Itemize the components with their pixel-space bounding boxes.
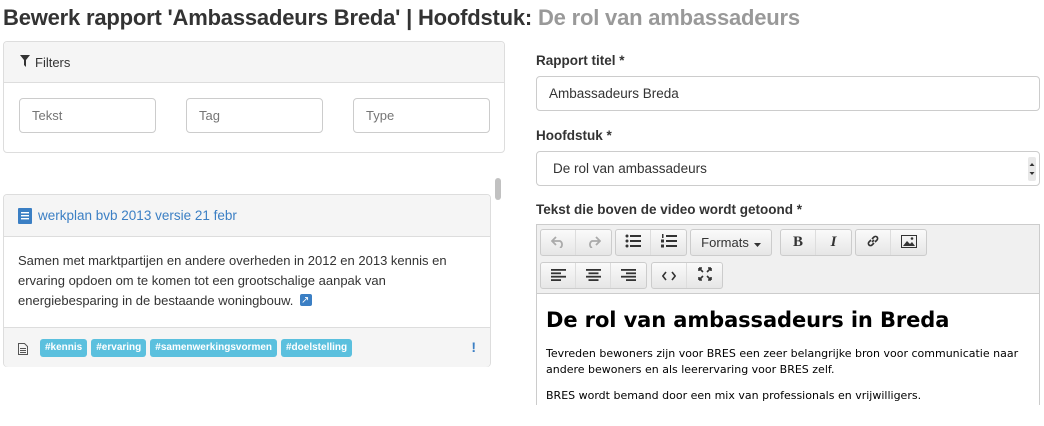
align-left-button[interactable] <box>541 263 576 288</box>
editor-content[interactable]: De rol van ambassadeurs in Breda Tevrede… <box>537 294 1039 426</box>
italic-button[interactable]: I <box>816 230 851 255</box>
tag-badge[interactable]: #kennis <box>40 338 88 357</box>
formats-dropdown[interactable]: Formats <box>691 230 771 255</box>
rich-text-editor: Formats B I De rol van ambassadeurs in B… <box>536 224 1040 405</box>
bullet-list-button[interactable] <box>616 230 651 255</box>
tag-filter-input[interactable] <box>186 98 323 133</box>
link-button[interactable] <box>856 230 891 255</box>
insert-group <box>855 229 927 256</box>
report-title-label: Rapport titel * <box>536 53 625 68</box>
content-heading: De rol van ambassadeurs in Breda <box>546 308 950 332</box>
code-icon <box>661 268 677 284</box>
link-icon <box>866 234 880 251</box>
caret-down-icon <box>753 235 761 250</box>
numbered-list-button[interactable] <box>651 230 686 255</box>
content-paragraph: BRES wordt bemand door een mix van profe… <box>546 389 922 402</box>
result-body-text: Samen met marktpartijen en andere overhe… <box>18 253 447 308</box>
source-code-button[interactable] <box>652 263 687 288</box>
result-card: werkplan bvb 2013 versie 21 febr Samen m… <box>3 194 491 367</box>
bold-icon: B <box>792 234 803 250</box>
align-center-button[interactable] <box>576 263 611 288</box>
report-title-input[interactable]: Ambassadeurs Breda <box>536 76 1040 111</box>
select-arrows-icon <box>1028 157 1036 181</box>
results-scroll-thumb[interactable] <box>495 178 501 200</box>
fullscreen-button[interactable] <box>687 263 722 288</box>
tag-badge[interactable]: #ervaring <box>91 338 147 357</box>
filters-header[interactable]: Filters <box>4 42 504 83</box>
redo-icon <box>587 235 601 251</box>
align-center-icon <box>585 268 601 284</box>
results-scrollbar[interactable] <box>493 175 503 405</box>
redo-button[interactable] <box>576 230 611 255</box>
fullscreen-icon <box>697 267 712 284</box>
result-title-link[interactable]: werkplan bvb 2013 versie 21 febr <box>38 208 237 223</box>
exclamation-icon[interactable]: ! <box>471 339 476 355</box>
italic-icon: I <box>830 234 837 250</box>
editor-toolbar: Formats B I <box>537 225 1039 294</box>
list-group <box>615 229 687 256</box>
chapter-label: Hoofdstuk * <box>536 128 612 143</box>
file-icon <box>18 342 28 355</box>
chapter-select[interactable]: De rol van ambassadeurs <box>536 151 1040 186</box>
result-body: Samen met marktpartijen en andere overhe… <box>4 237 490 327</box>
type-filter-input[interactable] <box>353 98 490 133</box>
text-filter-input[interactable] <box>19 98 156 133</box>
align-right-button[interactable] <box>611 263 646 288</box>
formats-label: Formats <box>701 235 749 250</box>
filters-title: Filters <box>35 54 71 70</box>
text-label: Tekst die boven de video wordt getoond * <box>536 202 803 217</box>
result-card-footer: #kennis #ervaring #samenwerkingsvormen #… <box>4 327 490 367</box>
history-group <box>540 229 612 256</box>
document-icon <box>18 207 32 224</box>
image-icon <box>900 234 917 251</box>
filters-panel: Filters <box>3 41 505 153</box>
bold-button[interactable]: B <box>781 230 816 255</box>
page-title-main: Bewerk rapport 'Ambassadeurs Breda' | Ho… <box>3 5 533 30</box>
tag-badge[interactable]: #samenwerkingsvormen <box>150 338 277 357</box>
image-button[interactable] <box>891 230 926 255</box>
undo-icon <box>550 235 565 251</box>
align-group <box>540 262 647 289</box>
filter-icon <box>20 54 30 70</box>
style-group: B I <box>780 229 852 256</box>
tag-badge[interactable]: #doelstelling <box>281 338 353 357</box>
page-title: Bewerk rapport 'Ambassadeurs Breda' | Ho… <box>3 5 800 31</box>
content-paragraph: Tevreden bewoners zijn voor BRES een zee… <box>546 347 1019 376</box>
align-right-icon <box>621 268 636 284</box>
result-card-header: werkplan bvb 2013 versie 21 febr <box>4 195 490 237</box>
bullet-list-icon <box>625 234 641 251</box>
view-group <box>651 262 723 289</box>
external-link-icon[interactable] <box>300 291 313 311</box>
align-left-icon <box>550 268 566 284</box>
numbered-list-icon <box>660 234 677 251</box>
formats-group: Formats <box>690 229 772 256</box>
undo-button[interactable] <box>541 230 576 255</box>
page-title-chapter: De rol van ambassadeurs <box>537 5 800 30</box>
chapter-select-value: De rol van ambassadeurs <box>553 161 707 176</box>
